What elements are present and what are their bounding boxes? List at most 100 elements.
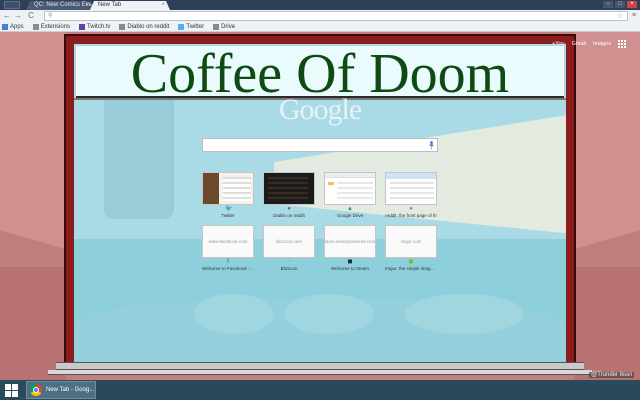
maximize-icon[interactable]: □ xyxy=(615,1,625,8)
browser-toolbar: ← → C ⚲ ☆ ≡ xyxy=(0,10,640,22)
tile-title: Imgur: the simple image sh xyxy=(385,266,437,271)
windows-start-icon[interactable] xyxy=(3,383,19,397)
google-logo: Google xyxy=(278,93,362,126)
thumbnail-detail xyxy=(390,182,434,202)
reddit-icon xyxy=(119,23,126,30)
reload-icon[interactable]: C xyxy=(26,11,36,21)
taskbar-item-label: New Tab - Goog... xyxy=(46,387,95,393)
tile-title: Diablo on reddit xyxy=(273,213,305,218)
new-tab-page: Coffee Of Doom +You Gmail Images Google … xyxy=(0,32,640,380)
page-icon xyxy=(32,23,39,30)
reddit-icon: ● xyxy=(409,206,413,212)
taskbar: New Tab - Goog... xyxy=(0,380,640,400)
most-visited-tile[interactable]: store.steampowered.com ◼ Welcome to Steam xyxy=(324,225,376,271)
most-visited-tile[interactable]: ▲ Google Drive xyxy=(324,172,376,218)
tile-title: Twitter xyxy=(221,213,235,218)
tile-url: www.facebook.com xyxy=(208,239,248,244)
reddit-icon: ● xyxy=(287,206,291,212)
address-input[interactable] xyxy=(57,12,597,20)
tile-title: Welcome to Steam xyxy=(331,266,369,271)
tile-thumbnail[interactable] xyxy=(385,172,437,205)
wall-right-highlight xyxy=(574,32,640,250)
thumbnail-detail xyxy=(386,173,436,179)
address-bar[interactable]: ⚲ ☆ xyxy=(44,11,628,21)
search-input[interactable] xyxy=(206,140,426,150)
back-icon[interactable]: ← xyxy=(2,11,12,21)
you-link[interactable]: +You xyxy=(552,41,565,47)
bookmark-twitch-tv[interactable]: Twitch.tv xyxy=(79,23,111,30)
tab-new-tab[interactable]: New Tab × xyxy=(90,1,170,10)
tile-title: Google Drive xyxy=(336,213,364,218)
bookmark-label: Diablo on reddit xyxy=(127,23,170,30)
close-window-icon[interactable]: × xyxy=(627,1,637,8)
tile-thumbnail[interactable] xyxy=(324,172,376,205)
apps-icon xyxy=(2,23,8,30)
imgur-icon: ◼ xyxy=(408,259,414,265)
tile-thumbnail[interactable] xyxy=(263,172,315,205)
thumbnail-detail xyxy=(337,182,373,200)
close-icon[interactable]: × xyxy=(85,1,89,10)
tile-url: imgur.com xyxy=(400,239,422,244)
apps-grid-icon[interactable] xyxy=(618,40,626,48)
images-link[interactable]: Images xyxy=(593,41,611,47)
most-visited-tile[interactable]: www.facebook.com f Welcome to Facebook - L… xyxy=(202,225,254,271)
theme-credit: @Trunder Ikuvi xyxy=(589,372,634,378)
twitter-icon xyxy=(178,23,185,30)
profile-icon[interactable] xyxy=(4,1,20,9)
foam-bubble xyxy=(404,294,524,334)
most-visited-tile[interactable]: ● Diablo on reddit xyxy=(263,172,315,218)
steam-icon: ◼ xyxy=(347,259,353,265)
window-sill-lip xyxy=(48,370,592,375)
thumbnail-detail xyxy=(328,182,334,185)
foam-bubble xyxy=(284,294,374,334)
bookmark-apps[interactable]: Apps xyxy=(2,23,24,30)
menu-icon[interactable]: ≡ xyxy=(630,11,638,21)
most-visited-tile[interactable]: blizzcon.com ▫ Blizzcon xyxy=(263,225,315,271)
forward-icon[interactable]: → xyxy=(13,11,23,21)
chrome-icon xyxy=(30,384,42,396)
microphone-icon[interactable] xyxy=(429,141,434,150)
taskbar-chrome-item[interactable]: New Tab - Goog... xyxy=(26,381,96,399)
bookmark-extensions[interactable]: Extensions xyxy=(32,23,71,30)
bookmark-drive[interactable]: Drive xyxy=(213,23,236,30)
tab-strip: QC: New Comics Eve × New Tab × – □ × xyxy=(0,0,640,10)
thumbnail-detail xyxy=(223,177,251,201)
tile-thumbnail[interactable]: store.steampowered.com xyxy=(324,225,376,258)
thumbnail-detail xyxy=(325,173,375,178)
tile-url: blizzcon.com xyxy=(275,239,302,244)
tile-thumbnail[interactable] xyxy=(202,172,254,205)
bookmark-label: Drive xyxy=(221,23,236,30)
wall-left-highlight xyxy=(0,32,66,250)
tab-qc-comics[interactable]: QC: New Comics Eve × xyxy=(26,1,94,10)
minimize-icon[interactable]: – xyxy=(603,1,613,8)
bookmark-twitter[interactable]: Twitter xyxy=(178,23,204,30)
search-icon: ⚲ xyxy=(48,13,53,19)
twitch-icon xyxy=(79,23,86,30)
tile-title: reddit: the front page of th xyxy=(385,213,437,218)
most-visited-tile[interactable]: ● reddit: the front page of th xyxy=(385,172,437,218)
tile-thumbnail[interactable]: imgur.com xyxy=(385,225,437,258)
bookmark-label: Apps xyxy=(10,23,24,30)
bookmark-label: Twitch.tv xyxy=(87,23,111,30)
window-controls: – □ × xyxy=(603,1,637,8)
bookmark-label: Extensions xyxy=(40,23,71,30)
bookmark-diablo-on-reddit[interactable]: Diablo on reddit xyxy=(119,23,170,30)
close-icon[interactable]: × xyxy=(161,1,165,10)
ntp-search-box[interactable] xyxy=(202,138,438,152)
most-visited-tile[interactable]: imgur.com ◼ Imgur: the simple image sh xyxy=(385,225,437,271)
gmail-link[interactable]: Gmail xyxy=(572,41,586,47)
twitter-icon: 🐦 xyxy=(225,206,233,212)
facebook-icon: f xyxy=(227,259,229,265)
ntp-top-links: +You Gmail Images xyxy=(552,40,626,48)
tile-title: Blizzcon xyxy=(280,266,298,271)
drive-icon: ▲ xyxy=(347,206,353,212)
tile-thumbnail[interactable]: www.facebook.com xyxy=(202,225,254,258)
most-visited-tile[interactable]: 🐦 Twitter xyxy=(202,172,254,218)
bookmarks-bar: Apps Extensions Twitch.tv Diablo on reddit T… xyxy=(0,22,640,32)
drive-icon xyxy=(213,23,220,30)
tile-thumbnail[interactable]: blizzcon.com xyxy=(263,225,315,258)
window-sill xyxy=(56,362,584,370)
bookmark-star-icon[interactable]: ☆ xyxy=(617,12,623,21)
thumbnail-detail xyxy=(203,173,219,204)
tile-title: Welcome to Facebook - Lo xyxy=(202,266,254,271)
